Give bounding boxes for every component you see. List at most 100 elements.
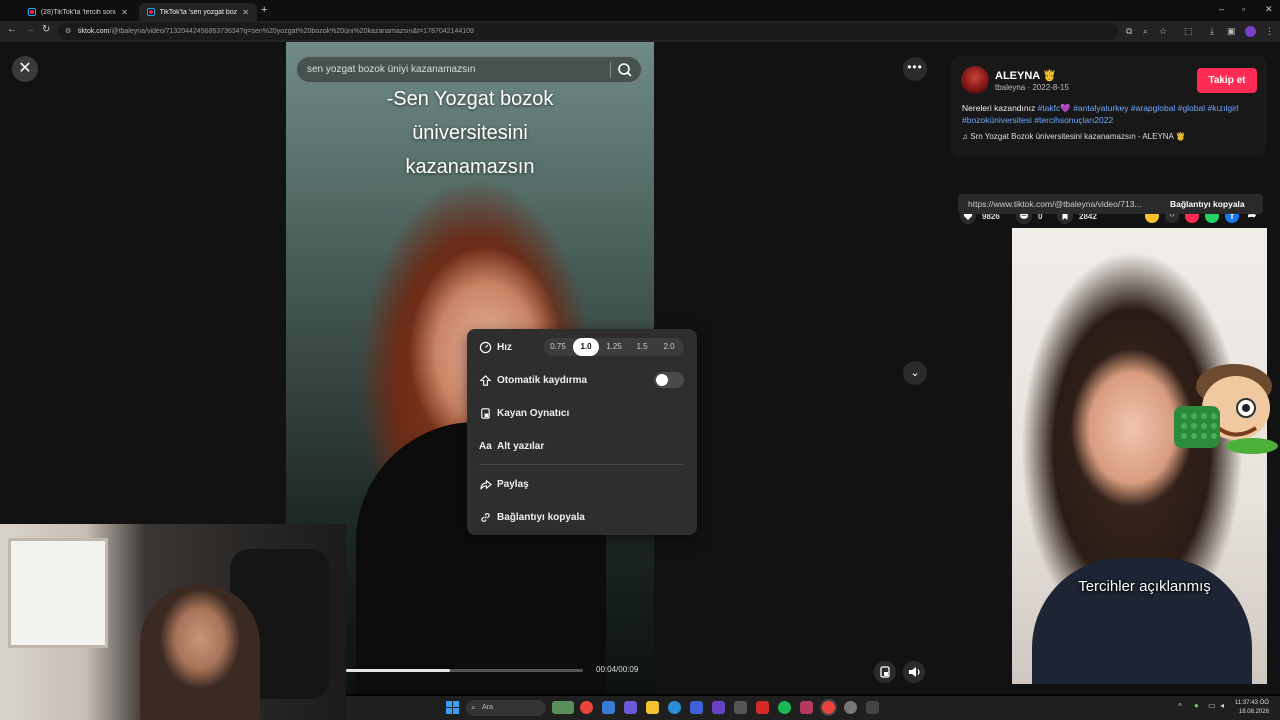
close-tab-icon[interactable]: ✕ bbox=[242, 8, 249, 17]
new-tab-button[interactable]: + bbox=[261, 4, 267, 16]
copy-link-button[interactable]: Bağlantıyı kopyala bbox=[1170, 194, 1245, 214]
edge-icon[interactable] bbox=[668, 701, 681, 714]
hashtag[interactable]: #global bbox=[1178, 103, 1205, 113]
chrome-icon[interactable] bbox=[580, 701, 593, 714]
music-link[interactable]: ♫ Srn Yozgat Bozok üniversitesini kazana… bbox=[962, 132, 1186, 141]
close-tab-icon[interactable]: ✕ bbox=[121, 8, 128, 17]
hashtag[interactable]: #tercihsonuçları2022 bbox=[1034, 115, 1113, 125]
reload-icon[interactable]: ↻ bbox=[42, 24, 50, 35]
speed-option[interactable]: 1.5 bbox=[629, 338, 655, 356]
speed-option[interactable]: 1.25 bbox=[601, 338, 627, 356]
copy-link-label: Bağlantıyı kopyala bbox=[497, 511, 585, 523]
speed-option[interactable]: 2.0 bbox=[656, 338, 682, 356]
hashtag[interactable]: #antalyaturkey bbox=[1073, 103, 1128, 113]
window-close-icon[interactable]: ✕ bbox=[1265, 4, 1273, 15]
minimize-icon[interactable]: – bbox=[1219, 4, 1224, 14]
url-path: /@tbaleyna/video/7132044245686373634?q=s… bbox=[109, 28, 474, 35]
chrome-active-icon[interactable] bbox=[822, 701, 835, 714]
site-info-icon[interactable]: ⚙ bbox=[65, 23, 71, 40]
search-icon[interactable] bbox=[617, 62, 633, 78]
caption-line: kazanamazsın bbox=[405, 156, 535, 178]
hashtag[interactable]: #bozoküniversitesi bbox=[962, 115, 1032, 125]
extensions-icon[interactable]: ⬚ bbox=[1184, 26, 1193, 37]
download-icon[interactable]: ⤓ bbox=[1210, 26, 1214, 37]
volume-button[interactable] bbox=[903, 661, 925, 683]
settings-icon[interactable] bbox=[602, 701, 615, 714]
extension-icon[interactable]: ▣ bbox=[1227, 26, 1236, 37]
tray-chevron-icon[interactable]: ^ bbox=[1178, 702, 1182, 711]
translate-icon[interactable]: ⧉ bbox=[1126, 26, 1132, 37]
network-icon[interactable]: ▭ bbox=[1208, 701, 1216, 710]
copy-link-box: https://www.tiktok.com/@tbaleyna/video/7… bbox=[958, 194, 1263, 214]
discord-icon[interactable] bbox=[712, 701, 725, 714]
menu-subtitles[interactable]: Aa Alt yazılar bbox=[479, 436, 544, 456]
clock-date: 18.08.2026 bbox=[1238, 709, 1269, 715]
mic-icon[interactable]: ● bbox=[1194, 701, 1199, 710]
url-field[interactable]: ⚙ tiktok.com/@tbaleyna/video/71320442456… bbox=[58, 23, 1118, 40]
file-explorer-icon[interactable] bbox=[646, 701, 659, 714]
browser-tab[interactable]: (28)TikTok'ta 'tercih sonuç... ✕ bbox=[20, 3, 136, 21]
video-link-url[interactable]: https://www.tiktok.com/@tbaleyna/video/7… bbox=[968, 194, 1142, 214]
windows-start-icon[interactable] bbox=[446, 701, 459, 714]
menu-divider bbox=[479, 464, 685, 465]
webcam-background-window bbox=[8, 538, 108, 648]
hashtag[interactable]: #arapglobal bbox=[1131, 103, 1175, 113]
volume-tray-icon[interactable]: ◂ bbox=[1220, 701, 1224, 710]
profile-avatar[interactable] bbox=[1245, 26, 1256, 37]
author-handle-date: tbaleyna · 2022-8-15 bbox=[995, 83, 1069, 92]
close-video-button[interactable]: ✕ bbox=[12, 56, 38, 82]
hashtag[interactable]: #takfc💜 bbox=[1038, 103, 1071, 113]
taskbar-clock[interactable]: 11:37:43 ÖÖ 18.08.2026 bbox=[1235, 699, 1269, 717]
back-icon[interactable]: ← bbox=[7, 24, 17, 35]
next-video-button[interactable]: ⌄ bbox=[903, 361, 927, 385]
more-options-button[interactable]: ••• bbox=[903, 57, 927, 81]
hashtag[interactable]: #kızılgirl bbox=[1208, 103, 1239, 113]
search-input[interactable] bbox=[307, 57, 597, 82]
taskbar-search[interactable]: ⌕ Ara bbox=[466, 700, 546, 716]
obs-icon[interactable] bbox=[734, 701, 747, 714]
word-icon[interactable] bbox=[690, 701, 703, 714]
widgets-icon[interactable] bbox=[552, 701, 574, 714]
app-icon[interactable] bbox=[624, 701, 637, 714]
floating-player-button[interactable] bbox=[874, 661, 896, 683]
search-bar[interactable] bbox=[296, 56, 642, 83]
menu-autoscroll[interactable]: Otomatik kaydırma bbox=[479, 370, 587, 390]
forward-icon[interactable]: → bbox=[25, 24, 35, 35]
speed-option[interactable]: 0.75 bbox=[545, 338, 571, 356]
video-timecode: 00:04/00:09 bbox=[596, 665, 639, 674]
maximize-icon[interactable]: ▫ bbox=[1242, 4, 1245, 14]
subtitles-icon: Aa bbox=[479, 440, 492, 452]
speed-selector: 0.75 1.0 1.25 1.5 2.0 bbox=[544, 338, 684, 356]
floating-player-icon bbox=[481, 407, 490, 419]
bookmark-star-icon[interactable]: ☆ bbox=[1159, 26, 1167, 37]
autoscroll-toggle[interactable] bbox=[654, 372, 684, 388]
follow-button[interactable]: Takip et bbox=[1197, 68, 1257, 93]
author-avatar[interactable] bbox=[961, 66, 989, 94]
arrow-up-icon bbox=[479, 374, 492, 386]
app-icon-dark[interactable] bbox=[866, 701, 879, 714]
taskbar-search-label: Ara bbox=[482, 704, 493, 711]
menu-floating-player[interactable]: Kayan Oynatıcı bbox=[479, 403, 569, 423]
app-icon-pink[interactable] bbox=[800, 701, 813, 714]
menu-share[interactable]: Paylaş bbox=[479, 474, 529, 494]
search-icon: ⌕ bbox=[471, 703, 476, 712]
browser-tab-active[interactable]: TikTok'ta 'sen yozgat bozok ün... ✕ bbox=[139, 3, 257, 21]
autoscroll-label: Otomatik kaydırma bbox=[497, 374, 588, 386]
tab-title: (28)TikTok'ta 'tercih sonuç... bbox=[40, 8, 117, 16]
description-text: Nereleri kazandınız bbox=[962, 103, 1038, 113]
speed-label: Hız bbox=[497, 341, 512, 353]
floating-player-icon bbox=[880, 666, 890, 678]
app-icon-red[interactable] bbox=[756, 701, 769, 714]
subtitles-label: Alt yazılar bbox=[497, 440, 545, 452]
author-name[interactable]: ALEYNA 🤴 bbox=[995, 69, 1057, 82]
zoom-icon[interactable]: ⌕ bbox=[1143, 26, 1148, 37]
app-icon-gray[interactable] bbox=[844, 701, 857, 714]
menu-copy-link[interactable]: Bağlantıyı kopyala bbox=[479, 507, 585, 527]
clock-time: 11:37:43 ÖÖ bbox=[1235, 700, 1269, 706]
spotify-icon[interactable] bbox=[778, 701, 791, 714]
tiktok-icon bbox=[28, 8, 36, 16]
video-progress-bar[interactable] bbox=[346, 669, 583, 672]
browser-menu-icon[interactable]: ⋮ bbox=[1265, 26, 1274, 37]
share-label: Paylaş bbox=[497, 478, 529, 490]
speed-option-selected[interactable]: 1.0 bbox=[573, 338, 599, 356]
